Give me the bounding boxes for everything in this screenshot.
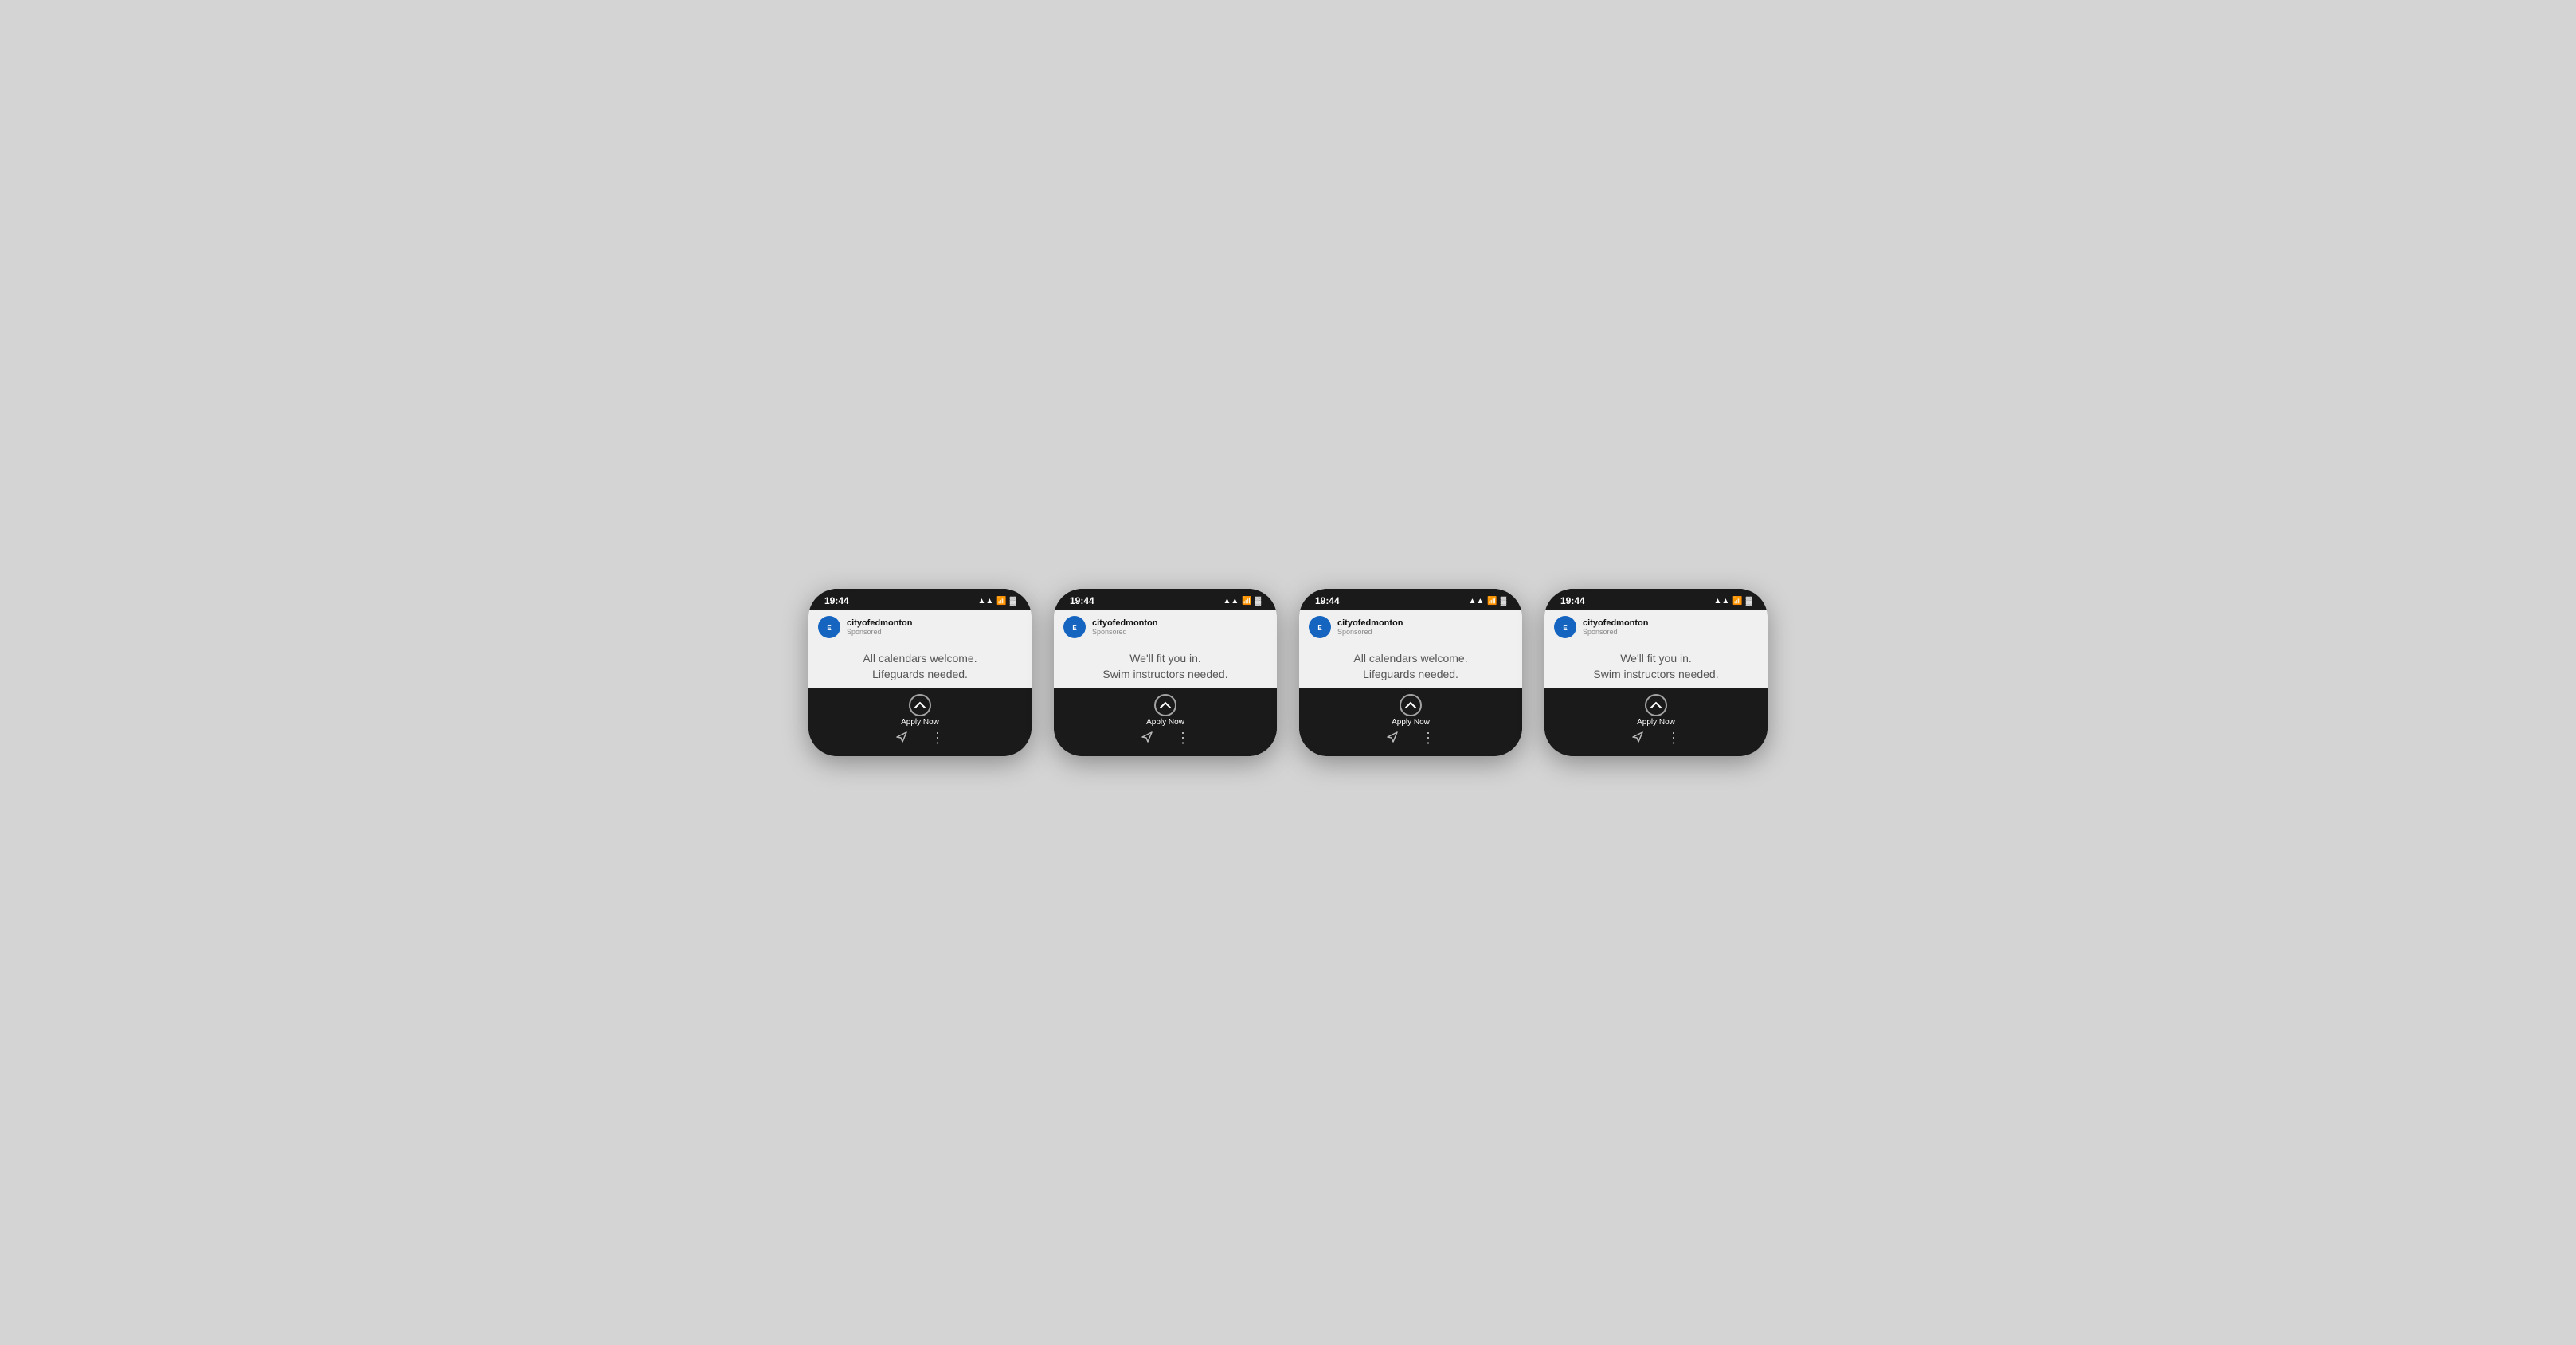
status-icons: ▲▲ 📶 ▓ xyxy=(1713,597,1752,606)
status-time: 19:44 xyxy=(1070,595,1094,606)
avatar: E xyxy=(1554,616,1576,638)
avatar: E xyxy=(1063,616,1086,638)
story-account: cityofedmonton Sponsored xyxy=(1583,618,1649,636)
bottom-actions: ⋮ xyxy=(1141,730,1190,747)
story-header: E cityofedmonton Sponsored xyxy=(808,610,1032,643)
bottom-bar: Apply Now ⋮ xyxy=(808,688,1032,756)
apply-now-label: Apply Now xyxy=(901,718,939,727)
story-account: cityofedmonton Sponsored xyxy=(847,618,913,636)
status-bar: 19:44 ▲▲ 📶 ▓ xyxy=(1299,589,1522,610)
chevron-up-icon xyxy=(1400,694,1422,716)
status-icons: ▲▲ 📶 ▓ xyxy=(1468,597,1506,606)
status-bar: 19:44 ▲▲ 📶 ▓ xyxy=(1054,589,1277,610)
svg-text:E: E xyxy=(827,625,832,632)
more-icon[interactable]: ⋮ xyxy=(930,730,945,747)
apply-now-label: Apply Now xyxy=(1146,718,1184,727)
battery-icon: ▓ xyxy=(1010,597,1016,606)
sponsored-label: Sponsored xyxy=(1337,628,1403,636)
battery-icon: ▓ xyxy=(1255,597,1261,606)
bottom-actions: ⋮ xyxy=(1386,730,1435,747)
battery-icon: ▓ xyxy=(1501,597,1506,606)
chevron-up-icon xyxy=(1154,694,1176,716)
apply-now-button[interactable]: Apply Now xyxy=(1637,694,1675,727)
ad-headline: All calendars welcome.Lifeguards needed. xyxy=(1299,643,1522,687)
bottom-actions: ⋮ xyxy=(1631,730,1681,747)
bottom-bar: Apply Now ⋮ xyxy=(1299,688,1522,756)
more-icon[interactable]: ⋮ xyxy=(1176,730,1190,747)
account-name: cityofedmonton xyxy=(847,618,913,628)
phone-4: 19:44 ▲▲ 📶 ▓ E cityofedmonton Sponsored … xyxy=(1544,589,1768,755)
send-icon[interactable] xyxy=(1386,731,1399,746)
account-name: cityofedmonton xyxy=(1583,618,1649,628)
sponsored-label: Sponsored xyxy=(1583,628,1649,636)
account-name: cityofedmonton xyxy=(1092,618,1158,628)
signal-icon: ▲▲ xyxy=(977,597,993,606)
account-name: cityofedmonton xyxy=(1337,618,1403,628)
apply-now-label: Apply Now xyxy=(1637,718,1675,727)
signal-icon: ▲▲ xyxy=(1223,597,1239,606)
story-header: E cityofedmonton Sponsored xyxy=(1544,610,1768,643)
status-icons: ▲▲ 📶 ▓ xyxy=(977,597,1016,606)
svg-text:E: E xyxy=(1563,625,1568,632)
ad-headline: We'll fit you in.Swim instructors needed… xyxy=(1054,643,1277,687)
more-icon[interactable]: ⋮ xyxy=(1421,730,1435,747)
more-icon[interactable]: ⋮ xyxy=(1666,730,1681,747)
status-time: 19:44 xyxy=(1560,595,1585,606)
wifi-icon: 📶 xyxy=(1242,597,1251,606)
status-bar: 19:44 ▲▲ 📶 ▓ xyxy=(808,589,1032,610)
apply-now-button[interactable]: Apply Now xyxy=(1146,694,1184,727)
avatar: E xyxy=(818,616,840,638)
phone-2: 19:44 ▲▲ 📶 ▓ E cityofedmonton Sponsored … xyxy=(1054,589,1277,755)
battery-icon: ▓ xyxy=(1746,597,1752,606)
chevron-up-icon xyxy=(1645,694,1667,716)
signal-icon: ▲▲ xyxy=(1713,597,1729,606)
send-icon[interactable] xyxy=(1631,731,1644,746)
svg-text:E: E xyxy=(1317,625,1322,632)
signal-icon: ▲▲ xyxy=(1468,597,1484,606)
ad-headline: All calendars welcome.Lifeguards needed. xyxy=(808,643,1032,687)
bottom-actions: ⋮ xyxy=(895,730,945,747)
svg-text:E: E xyxy=(1072,625,1077,632)
phones-container: 19:44 ▲▲ 📶 ▓ E cityofedmonton Sponsored … xyxy=(808,589,1768,755)
send-icon[interactable] xyxy=(895,731,908,746)
sponsored-label: Sponsored xyxy=(1092,628,1158,636)
ad-headline: We'll fit you in.Swim instructors needed… xyxy=(1544,643,1768,687)
wifi-icon: 📶 xyxy=(996,597,1006,606)
bottom-bar: Apply Now ⋮ xyxy=(1054,688,1277,756)
apply-now-button[interactable]: Apply Now xyxy=(1392,694,1430,727)
wifi-icon: 📶 xyxy=(1487,597,1497,606)
sponsored-label: Sponsored xyxy=(847,628,913,636)
chevron-up-icon xyxy=(909,694,931,716)
story-header: E cityofedmonton Sponsored xyxy=(1299,610,1522,643)
story-account: cityofedmonton Sponsored xyxy=(1337,618,1403,636)
apply-now-label: Apply Now xyxy=(1392,718,1430,727)
story-header: E cityofedmonton Sponsored xyxy=(1054,610,1277,643)
status-time: 19:44 xyxy=(1315,595,1340,606)
wifi-icon: 📶 xyxy=(1732,597,1742,606)
send-icon[interactable] xyxy=(1141,731,1153,746)
apply-now-button[interactable]: Apply Now xyxy=(901,694,939,727)
status-bar: 19:44 ▲▲ 📶 ▓ xyxy=(1544,589,1768,610)
avatar: E xyxy=(1309,616,1331,638)
status-time: 19:44 xyxy=(824,595,849,606)
status-icons: ▲▲ 📶 ▓ xyxy=(1223,597,1261,606)
phone-1: 19:44 ▲▲ 📶 ▓ E cityofedmonton Sponsored … xyxy=(808,589,1032,755)
phone-3: 19:44 ▲▲ 📶 ▓ E cityofedmonton Sponsored … xyxy=(1299,589,1522,755)
story-account: cityofedmonton Sponsored xyxy=(1092,618,1158,636)
bottom-bar: Apply Now ⋮ xyxy=(1544,688,1768,756)
